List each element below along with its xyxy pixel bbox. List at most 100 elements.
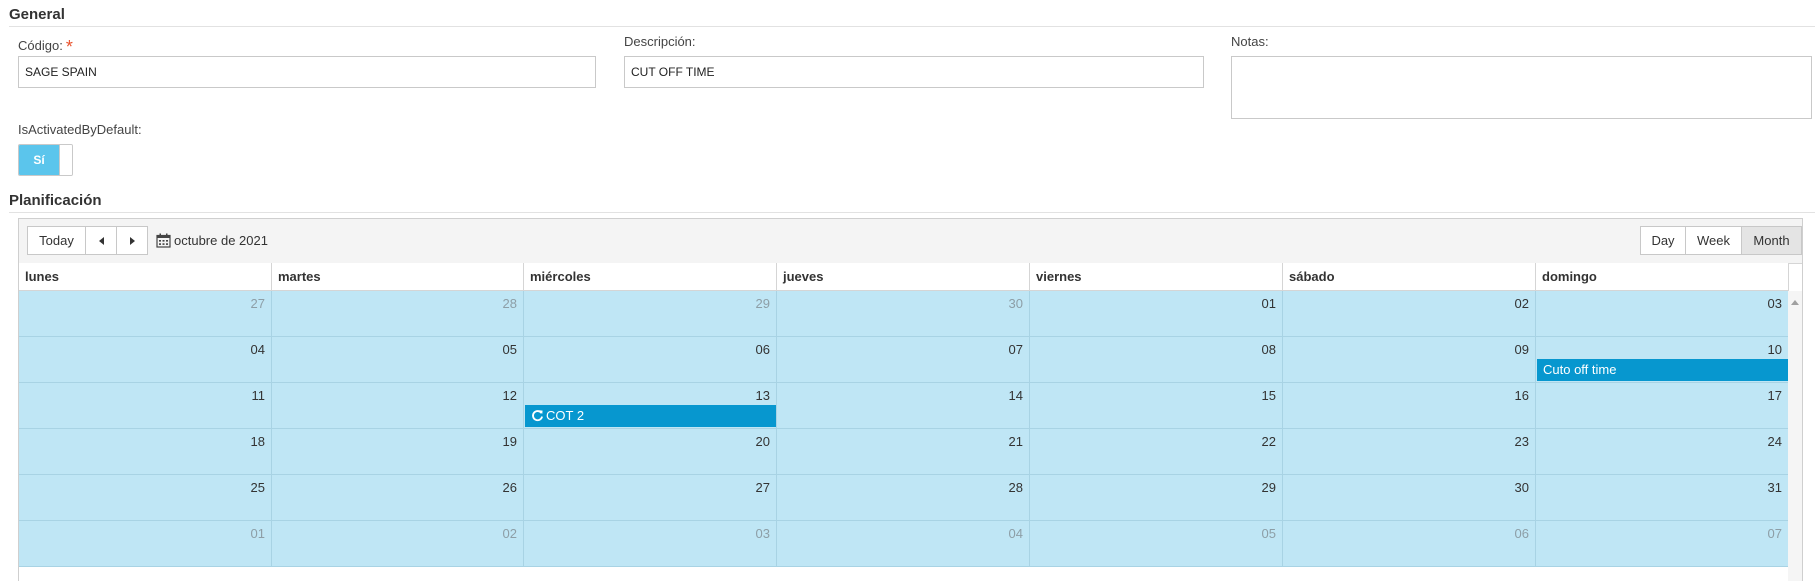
day-number[interactable]: 09 xyxy=(1515,342,1529,357)
calendar-day-cell[interactable]: 23 xyxy=(1283,429,1536,475)
day-number[interactable]: 26 xyxy=(503,480,517,495)
day-number[interactable]: 06 xyxy=(1515,526,1529,541)
day-number[interactable]: 03 xyxy=(1768,296,1782,311)
day-number[interactable]: 02 xyxy=(1515,296,1529,311)
calendar-day-cell[interactable]: 08 xyxy=(1030,337,1283,383)
calendar-day-cell[interactable]: 05 xyxy=(272,337,524,383)
current-period[interactable]: octubre de 2021 xyxy=(156,226,268,255)
calendar-day-cell[interactable]: 21 xyxy=(777,429,1030,475)
codigo-input[interactable] xyxy=(18,56,596,88)
day-number[interactable]: 01 xyxy=(251,526,265,541)
day-number[interactable]: 04 xyxy=(251,342,265,357)
view-week-button[interactable]: Week xyxy=(1685,226,1742,255)
calendar-day-cell[interactable]: 28 xyxy=(777,475,1030,521)
is-activated-toggle[interactable]: Sí xyxy=(18,144,73,176)
day-number[interactable]: 30 xyxy=(1515,480,1529,495)
calendar-day-cell[interactable]: 22 xyxy=(1030,429,1283,475)
prev-button[interactable] xyxy=(86,226,117,255)
calendar-day-cell[interactable]: 27 xyxy=(524,475,777,521)
calendar-day-cell[interactable]: 29 xyxy=(1030,475,1283,521)
next-button[interactable] xyxy=(117,226,148,255)
calendar-day-cell[interactable]: 17 xyxy=(1536,383,1789,429)
calendar-day-cell[interactable]: 25 xyxy=(19,475,272,521)
calendar-day-cell[interactable]: 02 xyxy=(272,521,524,567)
day-number[interactable]: 25 xyxy=(251,480,265,495)
calendar-day-cell[interactable]: 31 xyxy=(1536,475,1789,521)
calendar-day-cell[interactable]: 29 xyxy=(524,291,777,337)
calendar-day-cell[interactable]: 07 xyxy=(777,337,1030,383)
day-number[interactable]: 12 xyxy=(503,388,517,403)
calendar-day-cell[interactable]: 04 xyxy=(777,521,1030,567)
calendar-day-cell[interactable]: 03 xyxy=(524,521,777,567)
day-number[interactable]: 15 xyxy=(1262,388,1276,403)
day-number[interactable]: 03 xyxy=(756,526,770,541)
calendar-day-cell[interactable]: 01 xyxy=(19,521,272,567)
notas-textarea[interactable] xyxy=(1231,56,1812,119)
calendar-day-cell[interactable]: 15 xyxy=(1030,383,1283,429)
toggle-on-label: Sí xyxy=(19,145,59,175)
day-number[interactable]: 24 xyxy=(1768,434,1782,449)
day-number[interactable]: 23 xyxy=(1515,434,1529,449)
calendar-day-cell[interactable]: 09 xyxy=(1283,337,1536,383)
day-number[interactable]: 07 xyxy=(1768,526,1782,541)
descripcion-input[interactable] xyxy=(624,56,1204,88)
day-number[interactable]: 31 xyxy=(1768,480,1782,495)
calendar-icon xyxy=(156,233,171,248)
calendar-day-cell[interactable]: 18 xyxy=(19,429,272,475)
day-number[interactable]: 28 xyxy=(1009,480,1023,495)
calendar-day-cell[interactable]: 26 xyxy=(272,475,524,521)
day-number[interactable]: 29 xyxy=(756,296,770,311)
calendar-day-cell[interactable]: 11 xyxy=(19,383,272,429)
calendar-day-cell[interactable]: 14 xyxy=(777,383,1030,429)
calendar-day-cell[interactable]: 16 xyxy=(1283,383,1536,429)
calendar-day-cell[interactable]: 19 xyxy=(272,429,524,475)
day-number[interactable]: 05 xyxy=(503,342,517,357)
day-number[interactable]: 27 xyxy=(756,480,770,495)
calendar-day-cell[interactable]: 07 xyxy=(1536,521,1789,567)
today-button[interactable]: Today xyxy=(27,226,86,255)
calendar-day-cell[interactable]: 30 xyxy=(1283,475,1536,521)
day-number[interactable]: 17 xyxy=(1768,388,1782,403)
day-number[interactable]: 21 xyxy=(1009,434,1023,449)
calendar-day-cell[interactable]: 05 xyxy=(1030,521,1283,567)
day-number[interactable]: 18 xyxy=(251,434,265,449)
scroll-up-icon[interactable] xyxy=(1791,300,1799,305)
day-number[interactable]: 28 xyxy=(503,296,517,311)
day-number[interactable]: 27 xyxy=(251,296,265,311)
day-number[interactable]: 02 xyxy=(503,526,517,541)
calendar-day-cell[interactable]: 01 xyxy=(1030,291,1283,337)
toggle-knob xyxy=(59,145,72,175)
calendar-day-cell[interactable]: 04 xyxy=(19,337,272,383)
calendar-day-cell[interactable]: 20 xyxy=(524,429,777,475)
calendar-day-cell[interactable]: 06 xyxy=(1283,521,1536,567)
calendar-day-cell[interactable]: 28 xyxy=(272,291,524,337)
calendar-day-cell[interactable]: 30 xyxy=(777,291,1030,337)
calendar-day-cell[interactable]: 12 xyxy=(272,383,524,429)
day-number[interactable]: 30 xyxy=(1009,296,1023,311)
calendar-day-cell[interactable]: 06 xyxy=(524,337,777,383)
vertical-scrollbar[interactable] xyxy=(1788,291,1802,581)
day-number[interactable]: 19 xyxy=(503,434,517,449)
view-month-button[interactable]: Month xyxy=(1741,226,1802,255)
day-number[interactable]: 10 xyxy=(1768,342,1782,357)
day-number[interactable]: 14 xyxy=(1009,388,1023,403)
calendar-event[interactable]: COT 2 xyxy=(525,405,776,427)
day-number[interactable]: 13 xyxy=(756,388,770,403)
day-number[interactable]: 20 xyxy=(756,434,770,449)
calendar-day-cell[interactable]: 02 xyxy=(1283,291,1536,337)
day-number[interactable]: 08 xyxy=(1262,342,1276,357)
day-number[interactable]: 06 xyxy=(756,342,770,357)
calendar-day-cell[interactable]: 24 xyxy=(1536,429,1789,475)
calendar-event[interactable]: Cuto off time xyxy=(1537,359,1788,381)
day-number[interactable]: 07 xyxy=(1009,342,1023,357)
calendar-day-cell[interactable]: 27 xyxy=(19,291,272,337)
day-number[interactable]: 04 xyxy=(1009,526,1023,541)
view-day-button[interactable]: Day xyxy=(1640,226,1686,255)
calendar-day-cell[interactable]: 03 xyxy=(1536,291,1789,337)
day-number[interactable]: 11 xyxy=(252,388,266,403)
day-number[interactable]: 22 xyxy=(1262,434,1276,449)
day-number[interactable]: 05 xyxy=(1262,526,1276,541)
day-number[interactable]: 29 xyxy=(1262,480,1276,495)
day-number[interactable]: 16 xyxy=(1515,388,1529,403)
day-number[interactable]: 01 xyxy=(1262,296,1276,311)
